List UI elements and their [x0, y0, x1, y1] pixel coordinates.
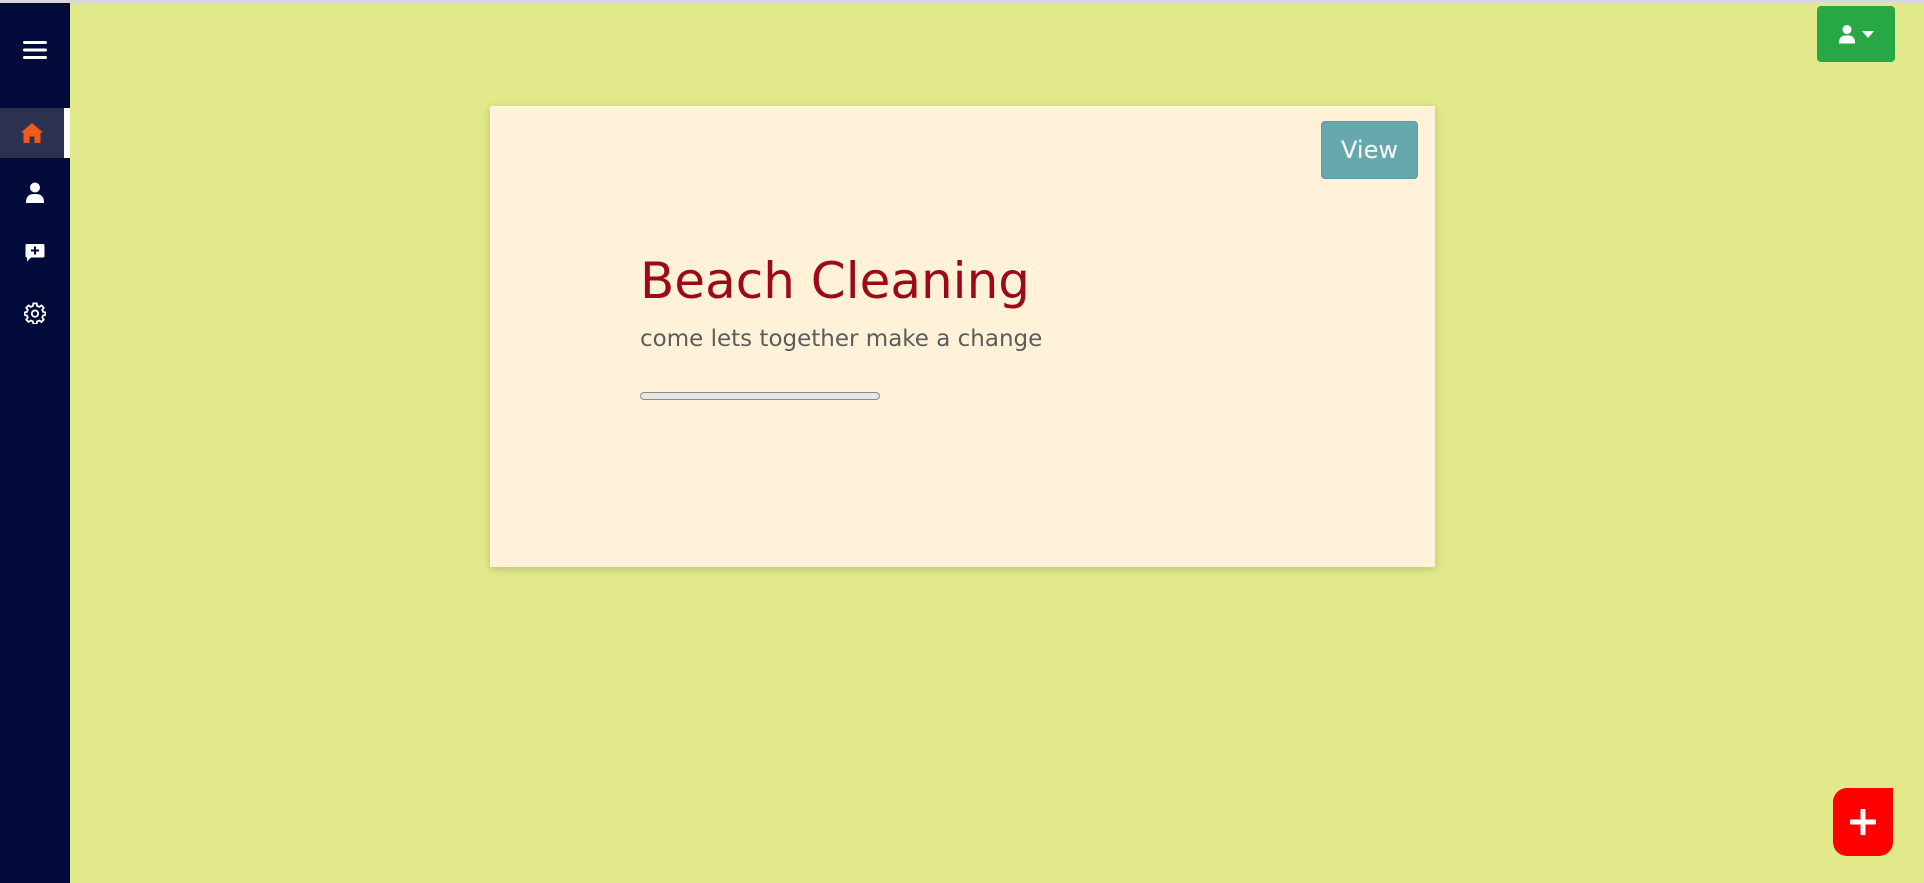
plus-icon: [1850, 809, 1876, 835]
gear-icon: [24, 302, 46, 324]
sidebar-item-profile[interactable]: [0, 168, 70, 218]
view-button[interactable]: View: [1321, 121, 1418, 179]
user-icon: [26, 182, 44, 203]
menu-icon: [23, 41, 47, 59]
user-icon: [1838, 24, 1856, 43]
sidebar-item-settings[interactable]: [0, 288, 70, 338]
event-subtitle: come lets together make a change: [640, 326, 1043, 352]
add-button[interactable]: [1833, 788, 1893, 856]
sidebar-item-feedback[interactable]: [0, 228, 70, 278]
caret-down-icon: [1862, 30, 1874, 38]
event-title: Beach Cleaning: [640, 252, 1030, 310]
feedback-icon: [25, 244, 45, 262]
top-border: [0, 0, 1924, 3]
sidebar-item-home[interactable]: [0, 108, 70, 158]
event-card: View Beach Cleaning come lets together m…: [490, 106, 1435, 567]
sidebar: [0, 3, 70, 883]
menu-toggle-button[interactable]: [0, 25, 70, 75]
progress-bar: [640, 392, 880, 400]
user-menu-button[interactable]: [1817, 6, 1895, 62]
home-icon: [21, 123, 43, 143]
